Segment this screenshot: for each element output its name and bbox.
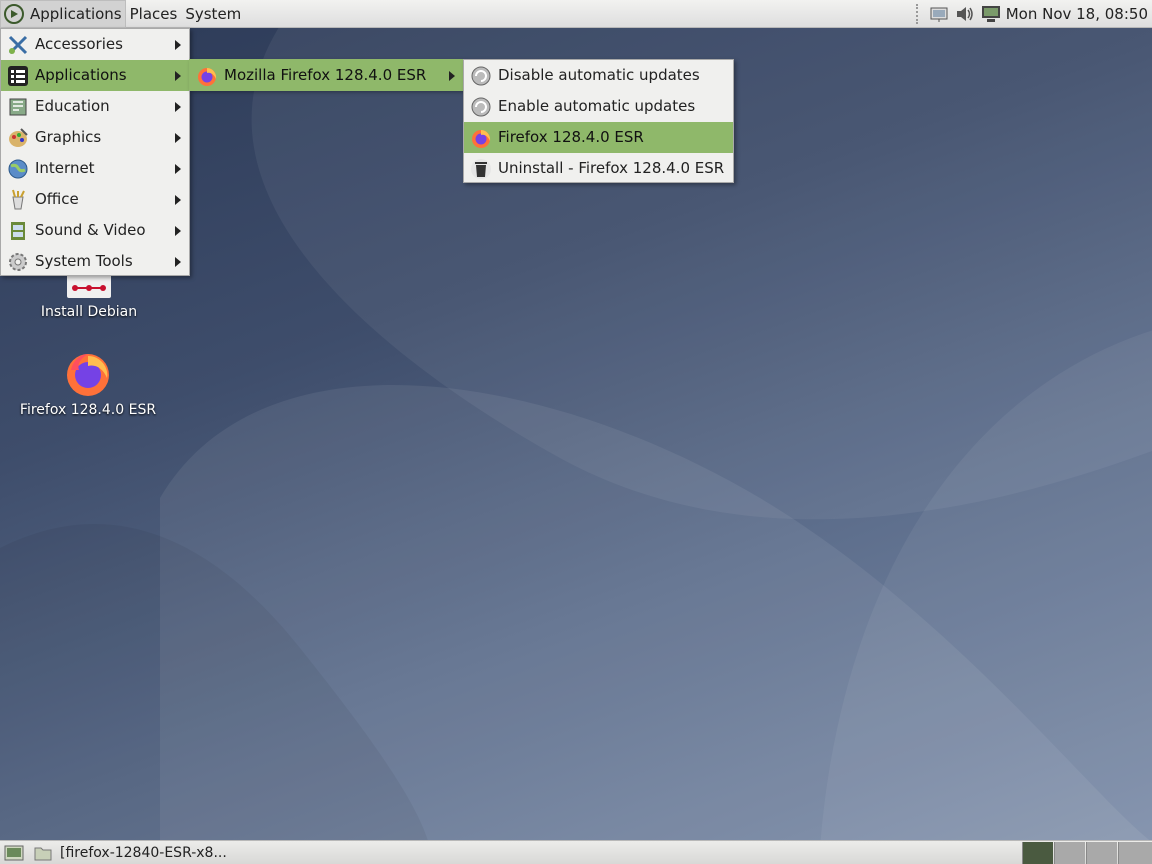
film-icon bbox=[11, 222, 25, 240]
top-panel: Applications Places System Mon Nov 18, 0… bbox=[0, 0, 1152, 28]
menu-item-education[interactable]: Education bbox=[1, 91, 189, 122]
volume-icon[interactable] bbox=[954, 4, 976, 24]
menu-item-applications[interactable]: Applications bbox=[1, 60, 189, 91]
desktop-icon-firefox[interactable]: Firefox 128.4.0 ESR bbox=[18, 348, 158, 418]
network-icon[interactable] bbox=[928, 4, 950, 24]
system-menu-button[interactable]: System bbox=[181, 0, 245, 28]
chevron-right-icon bbox=[449, 71, 455, 81]
taskbar-window-title: [firefox-12840-ESR-x8... bbox=[60, 845, 227, 861]
menu-item-graphics[interactable]: Graphics bbox=[1, 122, 189, 153]
graphics-icon bbox=[9, 128, 28, 147]
menu-item-enable-updates[interactable]: Enable automatic updates bbox=[464, 91, 733, 122]
applications-menu-button[interactable]: Applications bbox=[0, 0, 126, 28]
applications-submenu: Mozilla Firefox 128.4.0 ESR bbox=[189, 59, 464, 91]
firefox-submenu: Disable automatic updates Enable automat… bbox=[463, 59, 734, 183]
gear-icon bbox=[9, 253, 27, 271]
chevron-right-icon bbox=[175, 257, 181, 267]
applications-menu: Accessories Applications Education Graph… bbox=[0, 28, 190, 276]
menu-item-mozilla-firefox[interactable]: Mozilla Firefox 128.4.0 ESR bbox=[190, 60, 463, 91]
firefox-icon bbox=[472, 130, 491, 148]
trash-icon bbox=[471, 159, 491, 179]
menu-item-system-tools[interactable]: System Tools bbox=[1, 246, 189, 277]
menu-item-uninstall-firefox[interactable]: Uninstall - Firefox 128.4.0 ESR bbox=[464, 153, 733, 184]
places-menu-label: Places bbox=[129, 4, 178, 23]
taskbar-window-button[interactable]: [firefox-12840-ESR-x8... bbox=[34, 842, 227, 864]
chevron-right-icon bbox=[175, 195, 181, 205]
menu-item-firefox-launch[interactable]: Firefox 128.4.0 ESR bbox=[464, 122, 733, 153]
list-icon bbox=[8, 66, 28, 86]
globe-icon bbox=[8, 159, 28, 179]
desktop-icon-label: Firefox 128.4.0 ESR bbox=[19, 402, 157, 418]
update-icon bbox=[471, 97, 491, 117]
workspace-4[interactable] bbox=[1118, 842, 1152, 864]
applications-menu-label: Applications bbox=[30, 4, 122, 23]
chevron-right-icon bbox=[175, 133, 181, 143]
display-icon[interactable] bbox=[980, 4, 1002, 24]
desktop-icon-label: Install Debian bbox=[40, 304, 138, 320]
menu-item-disable-updates[interactable]: Disable automatic updates bbox=[464, 60, 733, 91]
debian-logo-icon bbox=[4, 3, 24, 24]
update-icon bbox=[471, 66, 491, 86]
chevron-right-icon bbox=[175, 40, 181, 50]
clock[interactable]: Mon Nov 18, 08:50 bbox=[1006, 5, 1148, 23]
tray-handle bbox=[915, 4, 924, 24]
folder-icon bbox=[34, 847, 52, 861]
workspace-2[interactable] bbox=[1054, 842, 1085, 864]
places-menu-button[interactable]: Places bbox=[126, 0, 182, 28]
workspace-1[interactable] bbox=[1022, 842, 1053, 864]
menu-item-internet[interactable]: Internet bbox=[1, 153, 189, 184]
firefox-icon bbox=[198, 68, 217, 86]
chevron-right-icon bbox=[175, 71, 181, 81]
menu-item-accessories[interactable]: Accessories bbox=[1, 29, 189, 60]
bottom-panel: [firefox-12840-ESR-x8... bbox=[0, 840, 1152, 864]
system-menu-label: System bbox=[185, 4, 242, 23]
show-desktop-icon[interactable] bbox=[4, 844, 24, 862]
system-tray: Mon Nov 18, 08:50 bbox=[915, 0, 1152, 28]
chevron-right-icon bbox=[175, 226, 181, 236]
office-icon bbox=[12, 189, 25, 210]
workspace-3[interactable] bbox=[1086, 842, 1117, 864]
firefox-icon bbox=[67, 354, 109, 396]
chevron-right-icon bbox=[175, 102, 181, 112]
education-icon bbox=[9, 98, 27, 116]
menu-item-sound-video[interactable]: Sound & Video bbox=[1, 215, 189, 246]
accessories-icon bbox=[8, 35, 28, 55]
menu-item-office[interactable]: Office bbox=[1, 184, 189, 215]
chevron-right-icon bbox=[175, 164, 181, 174]
